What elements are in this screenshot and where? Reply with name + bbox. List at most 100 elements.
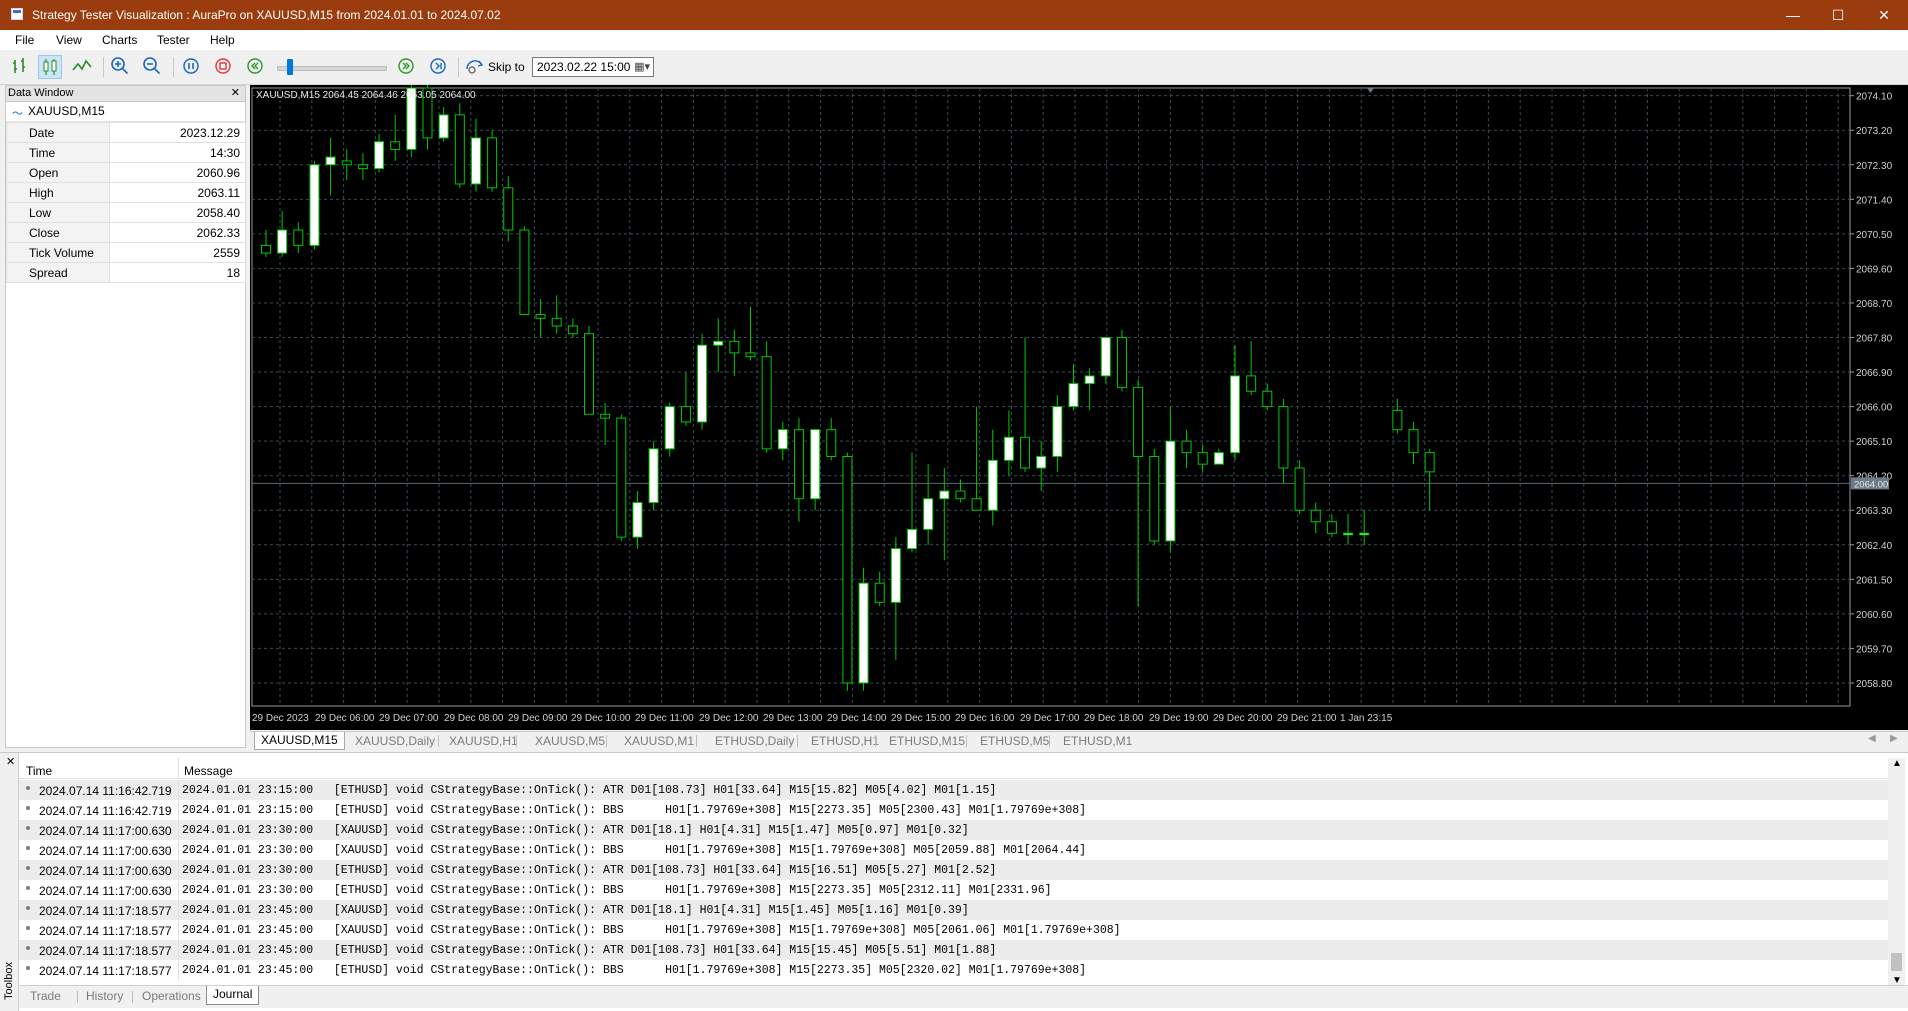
tab-journal[interactable]: Journal [206,986,260,1005]
column-header-message[interactable]: Message [184,764,233,778]
journal-row[interactable]: 2024.07.14 11:17:18.577 2024.01.01 23:45:… [19,920,1888,940]
field-label: Close [6,222,110,243]
journal-row[interactable]: 2024.07.14 11:17:00.630 2024.01.01 23:30:… [19,860,1888,880]
menu-view[interactable]: View [55,33,83,47]
journal-row[interactable]: 2024.07.14 11:16:42.719 2024.01.01 23:15:… [19,800,1888,820]
menu-help[interactable]: Help [209,33,236,47]
bullet-icon [26,966,30,970]
chart-tab-ethusd-daily[interactable]: ETHUSD,Daily [709,733,800,749]
bar-chart-icon[interactable] [8,55,32,79]
menu-charts[interactable]: Charts [101,33,138,47]
tab-history[interactable]: History [80,988,129,1004]
candlestick-chart-icon[interactable] [38,55,62,79]
price-label: 2060.60 [1856,610,1893,621]
chart-tab-ethusd-m5[interactable]: ETHUSD,M5 [974,733,1055,749]
scrollbar-thumb[interactable] [1891,953,1902,971]
tab-scroll-right-icon[interactable]: ▶ [1890,733,1898,744]
chart-tab-ethusd-m15[interactable]: ETHUSD,M15 [883,733,971,749]
time-label: 29 Dec 11:00 [635,713,694,724]
candle-body [454,114,465,185]
candle-body [1165,440,1176,542]
candle-body [923,498,934,530]
journal-row[interactable]: 2024.07.14 11:17:18.577 2024.01.01 23:45:… [19,960,1888,980]
field-label: Date [6,122,110,143]
chart-tab-xauusd-m15[interactable]: XAUUSD,M15 [254,732,345,750]
price-label: 2070.50 [1856,230,1893,241]
maximize-button[interactable]: ☐ [1815,0,1861,30]
field-value: 2062.33 [109,222,246,243]
column-divider[interactable] [178,758,179,778]
skip-to-date-input[interactable]: 2023.02.22 15:00 ▦▾ [532,57,654,77]
zoom-out-icon[interactable] [140,55,164,79]
tab-operations[interactable]: Operations [136,988,207,1004]
time-label: 29 Dec 10:00 [571,713,631,724]
time-label: 1 Jan 23:15 [1340,713,1393,724]
journal-time: 2024.07.14 11:17:00.630 [39,824,172,838]
stop-icon[interactable] [211,55,235,79]
window-title: Strategy Tester Visualization : AuraPro … [32,8,501,22]
chart-tab-ethusd-h1[interactable]: ETHUSD,H1 [805,733,885,749]
journal-row[interactable]: 2024.07.14 11:17:18.577 2024.01.01 23:45:… [19,940,1888,960]
journal-scrollbar[interactable]: ▲ ▼ [1888,758,1905,986]
speed-slider-track[interactable] [277,66,387,71]
journal-message: 2024.01.01 23:15:00 [ETHUSD] void CStrat… [182,804,1087,817]
column-divider [178,920,179,940]
field-label: Open [6,162,110,183]
rewind-icon[interactable] [243,55,267,79]
fast-forward-icon[interactable] [394,55,418,79]
column-header-time[interactable]: Time [26,764,52,778]
candle-body [325,156,336,166]
candle-body [1213,452,1224,465]
close-button[interactable]: ✕ [1861,0,1907,30]
menu-file[interactable]: File [14,33,35,47]
journal-message: 2024.01.01 23:45:00 [ETHUSD] void CStrat… [182,964,1087,977]
close-icon[interactable]: ✕ [6,755,15,768]
skip-to-icon[interactable] [463,55,487,79]
data-row-time: Time 14:30 [6,142,246,163]
journal-row[interactable]: 2024.07.14 11:17:00.630 2024.01.01 23:30:… [19,840,1888,860]
journal-row[interactable]: 2024.07.14 11:17:18.577 2024.01.01 23:45:… [19,900,1888,920]
chart-tab-xauusd-m1[interactable]: XAUUSD,M1 [618,733,700,749]
calendar-dropdown-icon[interactable]: ▦▾ [634,60,650,73]
candle-body [1326,521,1337,534]
field-label: Low [6,202,110,223]
price-chart[interactable]: 2074.10 2073.20 2072.30 2071.40 2070.50 2069.… [250,85,1908,730]
journal-time: 2024.07.14 11:17:00.630 [39,844,172,858]
bullet-icon [26,806,30,810]
chart-tab-xauusd-daily[interactable]: XAUUSD,Daily [349,733,441,749]
price-label: 2066.00 [1856,403,1893,414]
tab-trade[interactable]: Trade [24,988,67,1004]
column-divider [178,840,179,860]
column-divider [178,880,179,900]
candle-body [1052,406,1063,457]
field-value: 2058.40 [109,202,246,223]
tab-separator [438,735,439,747]
price-label: 2074.10 [1856,92,1893,103]
chart-tab-ethusd-m1[interactable]: ETHUSD,M1 [1057,733,1138,749]
tab-scroll-left-icon[interactable]: ◀ [1868,733,1876,744]
pause-icon[interactable] [179,55,203,79]
chart-tab-xauusd-h1[interactable]: XAUUSD,H1 [443,733,524,749]
candle-body [664,406,675,450]
time-label: 29 Dec 08:00 [444,713,504,724]
minimize-button[interactable]: — [1770,0,1816,30]
line-chart-icon[interactable] [70,55,94,79]
candle-body [1100,337,1111,377]
chart-tab-xauusd-m5[interactable]: XAUUSD,M5 [529,733,611,749]
data-row-tick-volume: Tick Volume 2559 [6,242,246,263]
scroll-up-icon[interactable]: ▲ [1892,758,1902,769]
line-chart-icon: 〜 [12,108,23,120]
price-label: 2062.40 [1856,541,1893,552]
journal-row[interactable]: 2024.07.14 11:17:00.630 2024.01.01 23:30:… [19,880,1888,900]
journal-row[interactable]: 2024.07.14 11:17:00.630 2024.01.01 23:30:… [19,820,1888,840]
candle-body [890,548,901,603]
candle-body [729,340,740,354]
speed-slider-thumb[interactable] [287,59,293,75]
close-icon[interactable]: ✕ [231,86,240,101]
journal-row[interactable]: 2024.07.14 11:16:42.719 2024.01.01 23:15:… [19,780,1888,800]
field-label: Time [6,142,110,163]
candlestick-chart[interactable]: 2074.10 2073.20 2072.30 2071.40 2070.50 2069.… [250,85,1908,730]
step-forward-icon[interactable] [426,55,450,79]
menu-tester[interactable]: Tester [156,33,191,47]
zoom-in-icon[interactable] [108,55,132,79]
